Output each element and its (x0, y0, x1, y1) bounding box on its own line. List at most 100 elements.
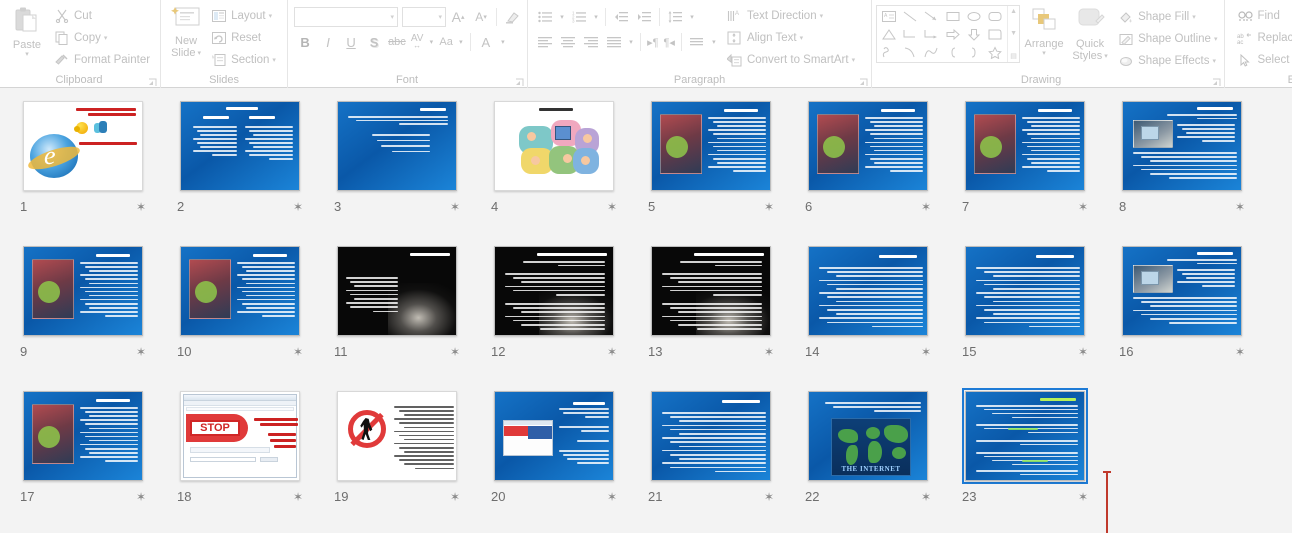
arrow-shape[interactable] (921, 7, 942, 25)
slide-cell-3[interactable]: 3 ✶ (334, 98, 491, 243)
rounded-rectangle-shape[interactable] (985, 7, 1006, 25)
copy-button[interactable]: Copy ▾ (50, 27, 156, 49)
slide-transition-star-icon[interactable]: ✶ (1078, 197, 1088, 217)
star-shape[interactable] (985, 43, 1006, 61)
slide-thumbnail-8[interactable] (1119, 98, 1245, 194)
chevron-down-icon[interactable]: ▾ (269, 12, 273, 20)
slide-thumbnail-13[interactable] (648, 243, 774, 339)
slide-transition-star-icon[interactable]: ✶ (293, 197, 303, 217)
right-arrow-shape[interactable] (942, 25, 963, 43)
strikethrough-icon[interactable]: abc (386, 31, 408, 53)
slide-cell-11[interactable]: 11 ✶ (334, 243, 491, 388)
slide-thumbnail-6[interactable] (805, 98, 931, 194)
increase-indent-icon[interactable] (633, 6, 655, 28)
slide-cell-21[interactable]: 21 ✶ (648, 388, 805, 533)
underline-icon[interactable]: U (340, 31, 362, 53)
chevron-down-icon[interactable]: ▾ (498, 31, 508, 53)
arrange-button[interactable]: Arrange ▾ (1020, 5, 1068, 57)
slide-transition-star-icon[interactable]: ✶ (293, 487, 303, 507)
slide-thumbnail-3[interactable] (334, 98, 460, 194)
chevron-down-icon[interactable]: ▾ (800, 34, 804, 42)
chevron-down-icon[interactable]: ▾ (456, 31, 466, 53)
slide-transition-star-icon[interactable]: ✶ (293, 342, 303, 362)
font-color-icon[interactable]: A (475, 31, 497, 53)
chevron-down-icon[interactable]: ▾ (820, 12, 824, 20)
bold-icon[interactable]: B (294, 31, 316, 53)
slide-transition-star-icon[interactable]: ✶ (1078, 487, 1088, 507)
triangle-shape[interactable] (878, 25, 899, 43)
slide-transition-star-icon[interactable]: ✶ (921, 342, 931, 362)
line-spacing-icon[interactable] (664, 6, 686, 28)
layout-button[interactable]: Layout ▾ (207, 5, 279, 27)
rectangle-shape[interactable] (942, 7, 963, 25)
rtl-text-direction-icon[interactable]: ¶◂ (662, 31, 677, 53)
slide-thumbnail-5[interactable] (648, 98, 774, 194)
slide-thumbnail-22[interactable]: THE INTERNET (805, 388, 931, 484)
replace-button[interactable]: abac Replace ▾ (1233, 27, 1292, 49)
shape-effects-button[interactable]: Shape Effects ▾ (1114, 50, 1220, 72)
slide-transition-star-icon[interactable]: ✶ (1235, 342, 1245, 362)
quick-styles-button[interactable]: Quick Styles ▾ (1068, 5, 1112, 62)
scroll-down-icon[interactable]: ▼ (1010, 30, 1017, 37)
shape-outline-button[interactable]: Shape Outline ▾ (1114, 28, 1220, 50)
chevron-down-icon[interactable]: ▾ (687, 6, 697, 28)
slide-cell-1[interactable]: e 1 ✶ (20, 98, 177, 243)
font-name-input[interactable]: ▾ (294, 7, 399, 27)
slide-cell-20[interactable]: 20 ✶ (491, 388, 648, 533)
slide-thumbnail-20[interactable] (491, 388, 617, 484)
slide-cell-8[interactable]: 8 ✶ (1119, 98, 1276, 243)
ltr-text-direction-icon[interactable]: ▸¶ (645, 31, 660, 53)
chevron-down-icon[interactable]: ▾ (426, 31, 436, 53)
slide-cell-7[interactable]: 7 ✶ (962, 98, 1119, 243)
convert-to-smartart-button[interactable]: Convert to SmartArt ▾ (723, 49, 858, 71)
change-case-icon[interactable]: Aa (437, 31, 454, 53)
slide-thumbnail-21[interactable] (648, 388, 774, 484)
slide-thumbnail-14[interactable] (805, 243, 931, 339)
chevron-down-icon[interactable]: ▾ (1214, 35, 1218, 43)
slide-thumbnail-9[interactable] (20, 243, 146, 339)
clipboard-dialog-launcher[interactable] (148, 78, 157, 87)
slide-thumbnail-4[interactable] (491, 98, 617, 194)
text-shadow-icon[interactable]: S (363, 31, 385, 53)
font-size-input[interactable]: ▾ (402, 7, 447, 27)
decrease-indent-icon[interactable] (610, 6, 632, 28)
align-left-icon[interactable] (534, 31, 556, 53)
text-box-shape[interactable]: A (878, 7, 899, 25)
elbow-arrow-connector-shape[interactable] (921, 25, 942, 43)
scroll-up-icon[interactable]: ▲ (1010, 8, 1017, 15)
right-brace-shape[interactable] (963, 43, 984, 61)
left-brace-shape[interactable] (942, 43, 963, 61)
slide-cell-2[interactable]: 2 ✶ (177, 98, 334, 243)
slide-sorter-pane[interactable]: e 1 ✶ 2 ✶ 3 ✶ 4 ✶ 5 ✶ 6 ✶ 7 ✶ 8 ✶ 9 ✶ 10… (0, 88, 1292, 533)
shape-fill-button[interactable]: Shape Fill ▾ (1114, 6, 1220, 28)
clear-formatting-icon[interactable] (501, 6, 523, 28)
slide-transition-star-icon[interactable]: ✶ (764, 487, 774, 507)
pentagon-shape[interactable] (985, 25, 1006, 43)
align-right-icon[interactable] (580, 31, 602, 53)
shapes-gallery[interactable]: A ▲ ▼ ▤ (876, 5, 1021, 63)
chevron-down-icon[interactable]: ▾ (709, 31, 719, 53)
slide-transition-star-icon[interactable]: ✶ (450, 197, 460, 217)
chevron-down-icon[interactable]: ▾ (25, 51, 29, 58)
paste-button[interactable]: Paste ▾ (4, 4, 50, 58)
slide-cell-18[interactable]: STOP 18 ✶ (177, 388, 334, 533)
shapes-gallery-scrollbar[interactable]: ▲ ▼ ▤ (1007, 6, 1019, 62)
slide-transition-star-icon[interactable]: ✶ (607, 487, 617, 507)
slide-cell-15[interactable]: 15 ✶ (962, 243, 1119, 388)
slide-transition-star-icon[interactable]: ✶ (607, 197, 617, 217)
slide-thumbnail-19[interactable] (334, 388, 460, 484)
format-painter-button[interactable]: Format Painter (50, 49, 156, 71)
character-spacing-icon[interactable]: AV ↔ (409, 31, 426, 53)
paragraph-dialog-launcher[interactable] (859, 78, 868, 87)
slide-transition-star-icon[interactable]: ✶ (136, 342, 146, 362)
increase-font-size-icon[interactable]: A ▴ (447, 6, 469, 28)
slide-thumbnail-11[interactable] (334, 243, 460, 339)
gallery-more-icon[interactable]: ▤ (1010, 52, 1017, 60)
slide-transition-star-icon[interactable]: ✶ (136, 197, 146, 217)
bullets-icon[interactable] (534, 6, 556, 28)
slide-cell-5[interactable]: 5 ✶ (648, 98, 805, 243)
slide-transition-star-icon[interactable]: ✶ (607, 342, 617, 362)
elbow-connector-shape[interactable] (899, 25, 920, 43)
numbering-icon[interactable]: 123 (568, 6, 590, 28)
section-button[interactable]: Section ▾ (207, 49, 279, 71)
